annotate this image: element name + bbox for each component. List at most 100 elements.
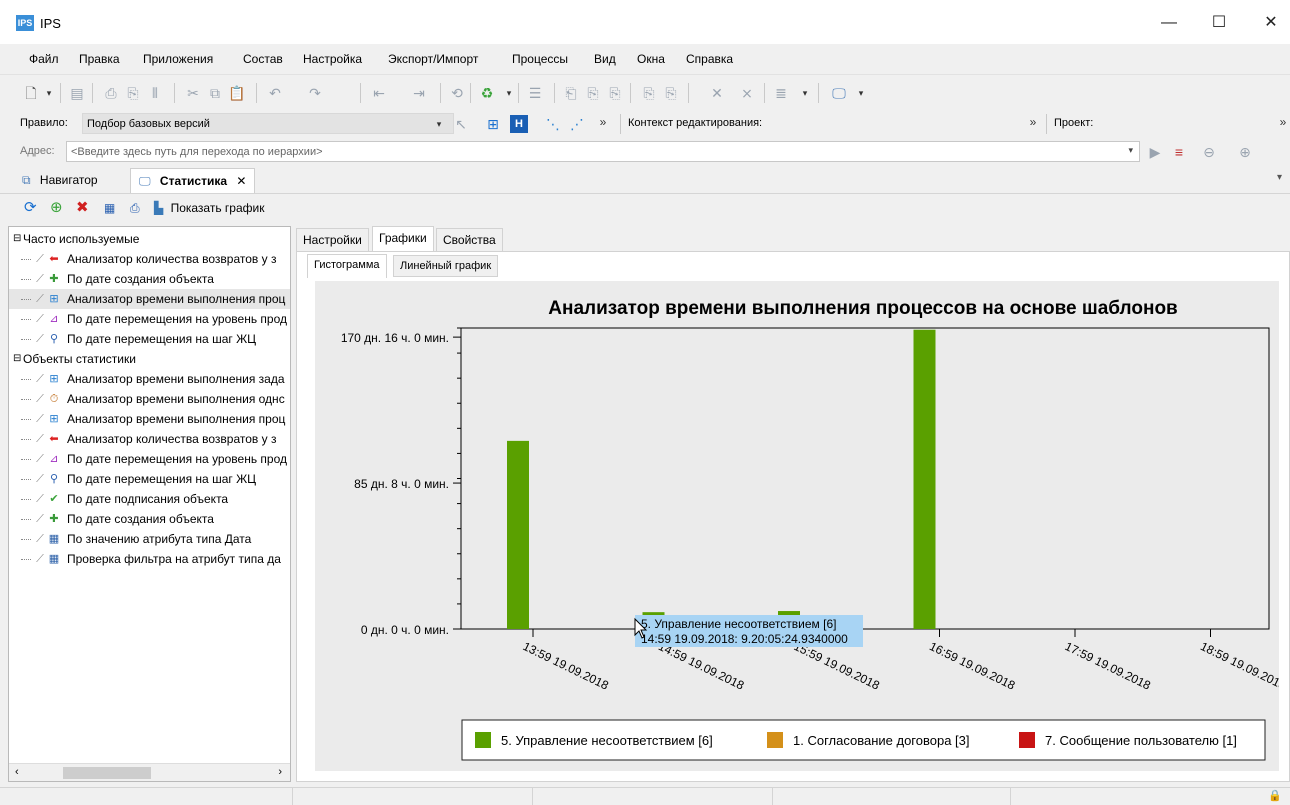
sync-icon[interactable]: ♻ xyxy=(478,84,496,102)
horizontal-scrollbar[interactable]: ‹ › xyxy=(9,763,290,781)
save-icon[interactable]: ▤ xyxy=(68,84,86,102)
back-icon[interactable]: ⊖ xyxy=(1200,143,1218,161)
collapse-icon[interactable]: ⊟ xyxy=(13,229,21,249)
move-right-icon[interactable]: ⇥ xyxy=(410,84,428,102)
tree-item[interactable]: ⟋ ⊿ По дате перемещения на уровень прод xyxy=(9,309,290,329)
chevron-down-icon[interactable]: ▾ xyxy=(1128,145,1133,156)
menu-file[interactable]: Файл xyxy=(29,52,59,66)
dropdown-arrow-icon[interactable]: ▾ xyxy=(852,84,870,102)
menu-help[interactable]: Справка xyxy=(686,52,733,66)
list-icon[interactable]: ☰ xyxy=(526,84,544,102)
tree-item[interactable]: ⟋ ⚲ По дате перемещения на шаг ЖЦ xyxy=(9,329,290,349)
tree-item[interactable]: ⟋ ⊞ Анализатор времени выполнения проц xyxy=(9,409,290,429)
address-input[interactable]: <Введите здесь путь для перехода по иера… xyxy=(66,141,1140,162)
tree-item[interactable]: ⟋ ▦ По значению атрибута типа Дата xyxy=(9,529,290,549)
scroll-left-icon[interactable]: ‹ xyxy=(15,766,19,778)
monitor-icon[interactable]: 🖵 xyxy=(830,84,848,102)
collapse-icon[interactable]: ⊟ xyxy=(13,349,21,369)
tab-navigator[interactable]: ⧉ Навигатор xyxy=(14,168,106,193)
overflow-chevron-icon[interactable]: » xyxy=(1274,113,1290,131)
tree-item[interactable]: ⟋ ✚ По дате создания объекта xyxy=(9,269,290,289)
paste-icon[interactable]: 📋 xyxy=(228,84,246,102)
document-cancel-icon[interactable]: ⎘ xyxy=(662,84,680,102)
tree-item[interactable]: ⟋ ⊞ Анализатор времени выполнения зада xyxy=(9,369,290,389)
close-button[interactable]: ✕ xyxy=(1256,10,1286,36)
close-tab-icon[interactable]: ✕ xyxy=(236,174,246,188)
scrollbar-thumb[interactable] xyxy=(63,767,151,779)
cut-icon[interactable]: ✂ xyxy=(184,84,202,102)
delete-icon[interactable]: ✕ xyxy=(708,84,726,102)
menu-view[interactable]: Вид xyxy=(594,52,616,66)
document-check-icon[interactable]: ⎘ xyxy=(640,84,658,102)
dropdown-arrow-icon[interactable]: ▾ xyxy=(40,84,58,102)
hierarchy-icon[interactable]: ⊞ xyxy=(484,115,502,133)
clear-filter-icon[interactable]: ⨯ xyxy=(738,84,756,102)
tree-item[interactable]: ⟋ ⬅ Анализатор количества возвратов у з xyxy=(9,429,290,449)
tree-group-frequent[interactable]: ⊟ Часто используемые xyxy=(9,229,290,249)
tree-item[interactable]: ⟋ ⬅ Анализатор количества возвратов у з xyxy=(9,249,290,269)
tab-charts[interactable]: Графики xyxy=(372,226,434,252)
menu-composition[interactable]: Состав xyxy=(243,52,283,66)
copy-icon[interactable]: ⧉ xyxy=(206,84,224,102)
h-icon[interactable]: H xyxy=(510,115,528,133)
dropdown-arrow-icon[interactable]: ▾ xyxy=(430,115,448,133)
barcode-icon[interactable]: ⦀ xyxy=(146,84,164,102)
new-document-icon[interactable]: 🗋 xyxy=(22,84,40,102)
minimize-button[interactable]: — xyxy=(1154,10,1184,36)
tree-item-selected[interactable]: ⟋ ⊞ Анализатор времени выполнения проц xyxy=(9,289,290,309)
address-label: Адрес: xyxy=(20,145,55,157)
toolbar-separator xyxy=(630,83,631,103)
maximize-button[interactable]: ☐ xyxy=(1204,10,1234,36)
chart-line-icon: ⟋ xyxy=(36,433,44,445)
menu-edit[interactable]: Правка xyxy=(79,52,120,66)
menu-export-import[interactable]: Экспорт/Импорт xyxy=(388,52,478,66)
tab-properties[interactable]: Свойства xyxy=(436,228,503,252)
tree-item[interactable]: ⟋ ✔ По дате подписания объекта xyxy=(9,489,290,509)
refresh-icon[interactable]: ⟲ xyxy=(448,84,466,102)
scroll-right-icon[interactable]: › xyxy=(278,766,282,778)
move-left-icon[interactable]: ⇤ xyxy=(370,84,388,102)
tab-line-chart[interactable]: Линейный график xyxy=(393,255,499,277)
menu-applications[interactable]: Приложения xyxy=(143,52,213,66)
tab-settings[interactable]: Настройки xyxy=(296,228,369,252)
undo-icon[interactable]: ↶ xyxy=(266,84,284,102)
menu-settings[interactable]: Настройка xyxy=(303,52,362,66)
clear-address-icon[interactable]: ≡ xyxy=(1170,143,1188,161)
dropdown-arrow-icon[interactable]: ▾ xyxy=(500,84,518,102)
forward-icon[interactable]: ⊕ xyxy=(1236,143,1254,161)
delete-icon[interactable]: ✖ xyxy=(76,198,89,218)
menu-windows[interactable]: Окна xyxy=(637,52,665,66)
table-icon[interactable]: ▦ xyxy=(104,198,115,218)
tree-up-icon[interactable]: ⋰ xyxy=(568,115,586,133)
tab-statistics[interactable]: 🖵 Статистика ✕ xyxy=(130,168,256,193)
print-icon[interactable]: ⎙ xyxy=(102,84,120,102)
rule-select[interactable]: Подбор базовых версий xyxy=(82,113,454,134)
go-icon[interactable]: ▶ xyxy=(1146,143,1164,161)
menu-processes[interactable]: Процессы xyxy=(512,52,568,66)
add-icon[interactable]: ⊕ xyxy=(50,198,63,218)
tree-down-icon[interactable]: ⋱ xyxy=(544,115,562,133)
pointer-icon[interactable]: ↖ xyxy=(452,115,470,133)
overflow-chevron-icon[interactable]: » xyxy=(594,113,612,131)
overflow-chevron-icon[interactable]: » xyxy=(1024,113,1042,131)
legend-swatch xyxy=(475,732,491,748)
tree-item[interactable]: ⟋ ⏱ Анализатор времени выполнения однс xyxy=(9,389,290,409)
dropdown-arrow-icon[interactable]: ▾ xyxy=(796,84,814,102)
redo-icon[interactable]: ↷ xyxy=(306,84,324,102)
sort-icon[interactable]: ≣ xyxy=(772,84,790,102)
tab-menu-icon[interactable]: ▾ xyxy=(1277,172,1282,183)
tree-item[interactable]: ⟋ ✚ По дате создания объекта xyxy=(9,509,290,529)
print-preview-icon[interactable]: ⎘ xyxy=(124,84,142,102)
document-link-icon[interactable]: ⎘ xyxy=(606,84,624,102)
tree-item[interactable]: ⟋ ▦ Проверка фильтра на атрибут типа да xyxy=(9,549,290,569)
tree-item[interactable]: ⟋ ⚲ По дате перемещения на шаг ЖЦ xyxy=(9,469,290,489)
tab-histogram[interactable]: Гистограмма xyxy=(307,254,387,278)
show-chart-button[interactable]: ▙ Показать график xyxy=(154,198,264,218)
tree-group-objects[interactable]: ⊟ Объекты статистики xyxy=(9,349,290,369)
print-icon[interactable]: ⎙ xyxy=(130,198,140,218)
refresh-icon[interactable]: ⟳ xyxy=(24,198,37,218)
document-arrow-icon[interactable]: ⎗ xyxy=(562,84,580,102)
document-copy-icon[interactable]: ⎘ xyxy=(584,84,602,102)
lifecycle-step-icon: ⚲ xyxy=(49,473,59,485)
tree-item[interactable]: ⟋ ⊿ По дате перемещения на уровень прод xyxy=(9,449,290,469)
